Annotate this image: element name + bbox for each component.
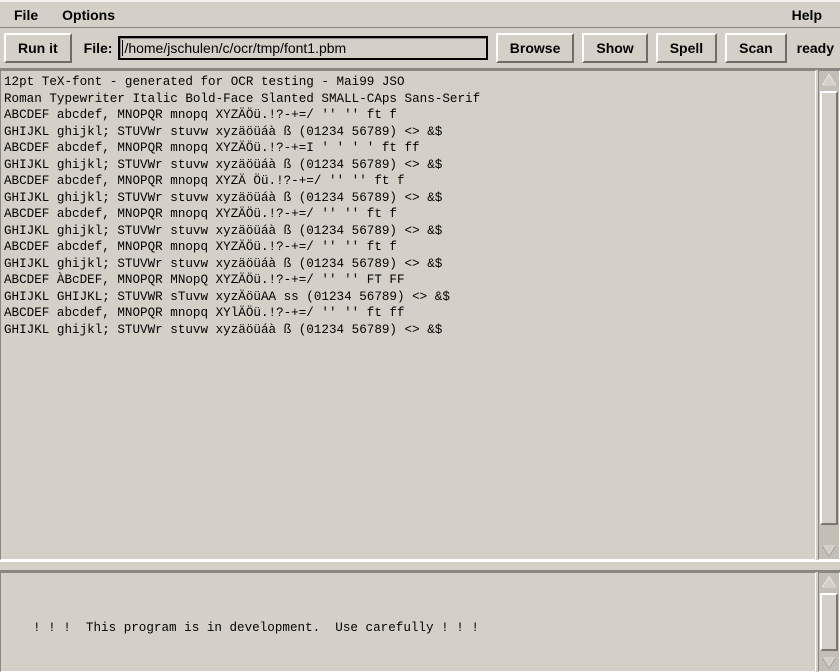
- scan-button[interactable]: Scan: [725, 33, 787, 63]
- console-pane: ! ! ! This program is in development. Us…: [0, 572, 840, 672]
- triangle-up-icon: [822, 576, 836, 588]
- pane-splitter[interactable]: [0, 560, 840, 572]
- gocr-window: File Options Help Run it File: /home/jsc…: [0, 0, 840, 672]
- console-warning: ! ! ! This program is in development. Us…: [33, 621, 479, 635]
- scroll-track[interactable]: [819, 89, 839, 541]
- scroll-down-button[interactable]: [819, 541, 839, 559]
- output-text: 12pt TeX-font - generated for OCR testin…: [4, 75, 481, 337]
- console-text: ! ! ! This program is in development. Us…: [1, 573, 815, 671]
- output-vertical-scrollbar[interactable]: [818, 70, 840, 560]
- file-path-value: /home/jschulen/c/ocr/tmp/font1.pbm: [124, 40, 347, 56]
- console-scroll-thumb[interactable]: [820, 593, 838, 651]
- console-scroll-up-button[interactable]: [819, 573, 839, 591]
- output-pane: 12pt TeX-font - generated for OCR testin…: [0, 70, 840, 560]
- file-label: File:: [83, 40, 113, 56]
- console-text-area[interactable]: ! ! ! This program is in development. Us…: [0, 572, 816, 672]
- menu-file[interactable]: File: [4, 4, 48, 26]
- triangle-up-icon: [822, 74, 836, 86]
- triangle-down-icon: [822, 544, 836, 556]
- file-path-input[interactable]: /home/jschulen/c/ocr/tmp/font1.pbm: [118, 36, 488, 60]
- browse-button[interactable]: Browse: [495, 33, 575, 63]
- toolbar: Run it File: /home/jschulen/c/ocr/tmp/fo…: [0, 28, 840, 70]
- body-split: 12pt TeX-font - generated for OCR testin…: [0, 70, 840, 672]
- show-button[interactable]: Show: [582, 33, 648, 63]
- output-text-area[interactable]: 12pt TeX-font - generated for OCR testin…: [0, 70, 816, 560]
- scroll-thumb[interactable]: [820, 91, 838, 525]
- spell-button[interactable]: Spell: [655, 33, 718, 63]
- console-scroll-track[interactable]: [819, 591, 839, 653]
- run-it-button[interactable]: Run it: [4, 33, 72, 63]
- menu-bar: File Options Help: [0, 0, 840, 28]
- triangle-down-icon: [822, 656, 836, 668]
- scroll-up-button[interactable]: [819, 71, 839, 89]
- menu-help[interactable]: Help: [782, 4, 832, 26]
- console-scroll-down-button[interactable]: [819, 653, 839, 671]
- status-label: ready: [796, 40, 834, 56]
- menu-options[interactable]: Options: [52, 4, 125, 26]
- text-caret: [122, 40, 124, 56]
- console-vertical-scrollbar[interactable]: [818, 572, 840, 672]
